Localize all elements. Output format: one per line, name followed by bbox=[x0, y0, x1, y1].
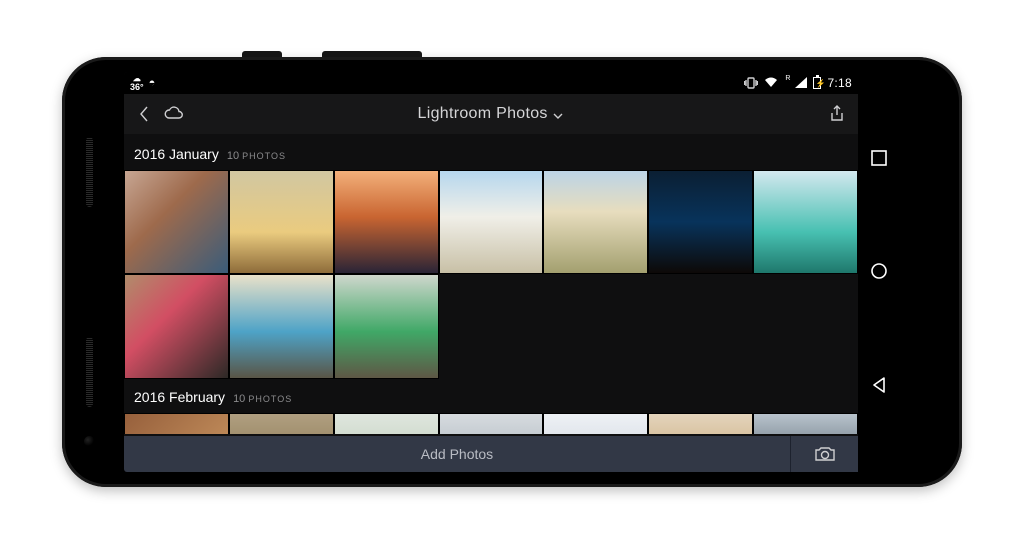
photo-thumbnail[interactable] bbox=[124, 274, 229, 379]
app-toolbar: Lightroom Photos bbox=[124, 94, 858, 134]
thumbnail-grid bbox=[124, 413, 858, 434]
photo-thumbnail[interactable] bbox=[439, 413, 544, 434]
recent-apps-button[interactable] bbox=[866, 145, 892, 171]
section-header[interactable]: 2016 January 10 PHOTOS bbox=[124, 142, 858, 170]
section-count: 10 PHOTOS bbox=[227, 150, 286, 162]
photo-thumbnail[interactable] bbox=[334, 413, 439, 434]
photo-thumbnail[interactable] bbox=[648, 413, 753, 434]
photo-thumbnail[interactable] bbox=[334, 274, 439, 379]
clock: 7:18 bbox=[827, 76, 852, 90]
wifi-icon bbox=[764, 77, 778, 88]
photo-thumbnail[interactable] bbox=[229, 413, 334, 434]
thumbnail-grid bbox=[124, 170, 858, 380]
phone-camera bbox=[84, 436, 95, 447]
back-button[interactable] bbox=[134, 105, 154, 123]
photo-thumbnail[interactable] bbox=[543, 170, 648, 275]
photo-thumbnail[interactable] bbox=[648, 170, 753, 275]
signal-icon bbox=[795, 77, 807, 88]
month-section: 2016 February 10 PHOTOS bbox=[124, 385, 858, 434]
status-bar: ☁ 36° ◓ R ⚡ 7: bbox=[124, 72, 858, 94]
page-title: Lightroom Photos bbox=[124, 105, 858, 123]
share-button[interactable] bbox=[826, 105, 848, 123]
screen: ☁ 36° ◓ R ⚡ 7: bbox=[124, 72, 900, 472]
section-title: 2016 February bbox=[134, 389, 225, 405]
bottom-action-bar: Add Photos bbox=[124, 436, 858, 472]
battery-icon: ⚡ bbox=[813, 77, 821, 89]
camera-button[interactable] bbox=[790, 436, 858, 472]
home-button[interactable] bbox=[866, 258, 892, 284]
photo-thumbnail[interactable] bbox=[543, 413, 648, 434]
vibrate-icon bbox=[744, 77, 758, 89]
photo-thumbnail[interactable] bbox=[753, 170, 858, 275]
cloud-sync-icon[interactable] bbox=[160, 106, 188, 122]
phone-frame: ☁ 36° ◓ R ⚡ 7: bbox=[62, 57, 962, 487]
roaming-indicator: R bbox=[785, 75, 790, 82]
month-section: 2016 January 10 PHOTOS bbox=[124, 142, 858, 380]
photo-thumbnail[interactable] bbox=[753, 413, 858, 434]
weather-indicator: ☁ 36° bbox=[130, 74, 144, 92]
ghost-icon: ◓ bbox=[149, 77, 156, 89]
chevron-down-icon[interactable] bbox=[552, 107, 564, 124]
photo-thumbnail[interactable] bbox=[439, 170, 544, 275]
photo-scroll-area[interactable]: 2016 January 10 PHOTOS bbox=[124, 134, 858, 436]
back-nav-button[interactable] bbox=[866, 372, 892, 398]
photo-thumbnail[interactable] bbox=[124, 170, 229, 275]
add-photos-button[interactable]: Add Photos bbox=[124, 436, 790, 472]
section-header[interactable]: 2016 February 10 PHOTOS bbox=[124, 385, 858, 413]
section-title: 2016 January bbox=[134, 146, 219, 162]
section-count: 10 PHOTOS bbox=[233, 393, 292, 405]
photo-thumbnail[interactable] bbox=[124, 413, 229, 434]
photo-thumbnail[interactable] bbox=[229, 274, 334, 379]
photo-thumbnail[interactable] bbox=[334, 170, 439, 275]
temperature-value: 36° bbox=[130, 83, 144, 92]
phone-speaker bbox=[86, 337, 93, 407]
phone-speaker bbox=[86, 137, 93, 207]
photo-thumbnail[interactable] bbox=[229, 170, 334, 275]
phone-hardware-buttons bbox=[242, 51, 542, 57]
android-nav-bar bbox=[858, 72, 900, 472]
app-content: ☁ 36° ◓ R ⚡ 7: bbox=[124, 72, 858, 472]
